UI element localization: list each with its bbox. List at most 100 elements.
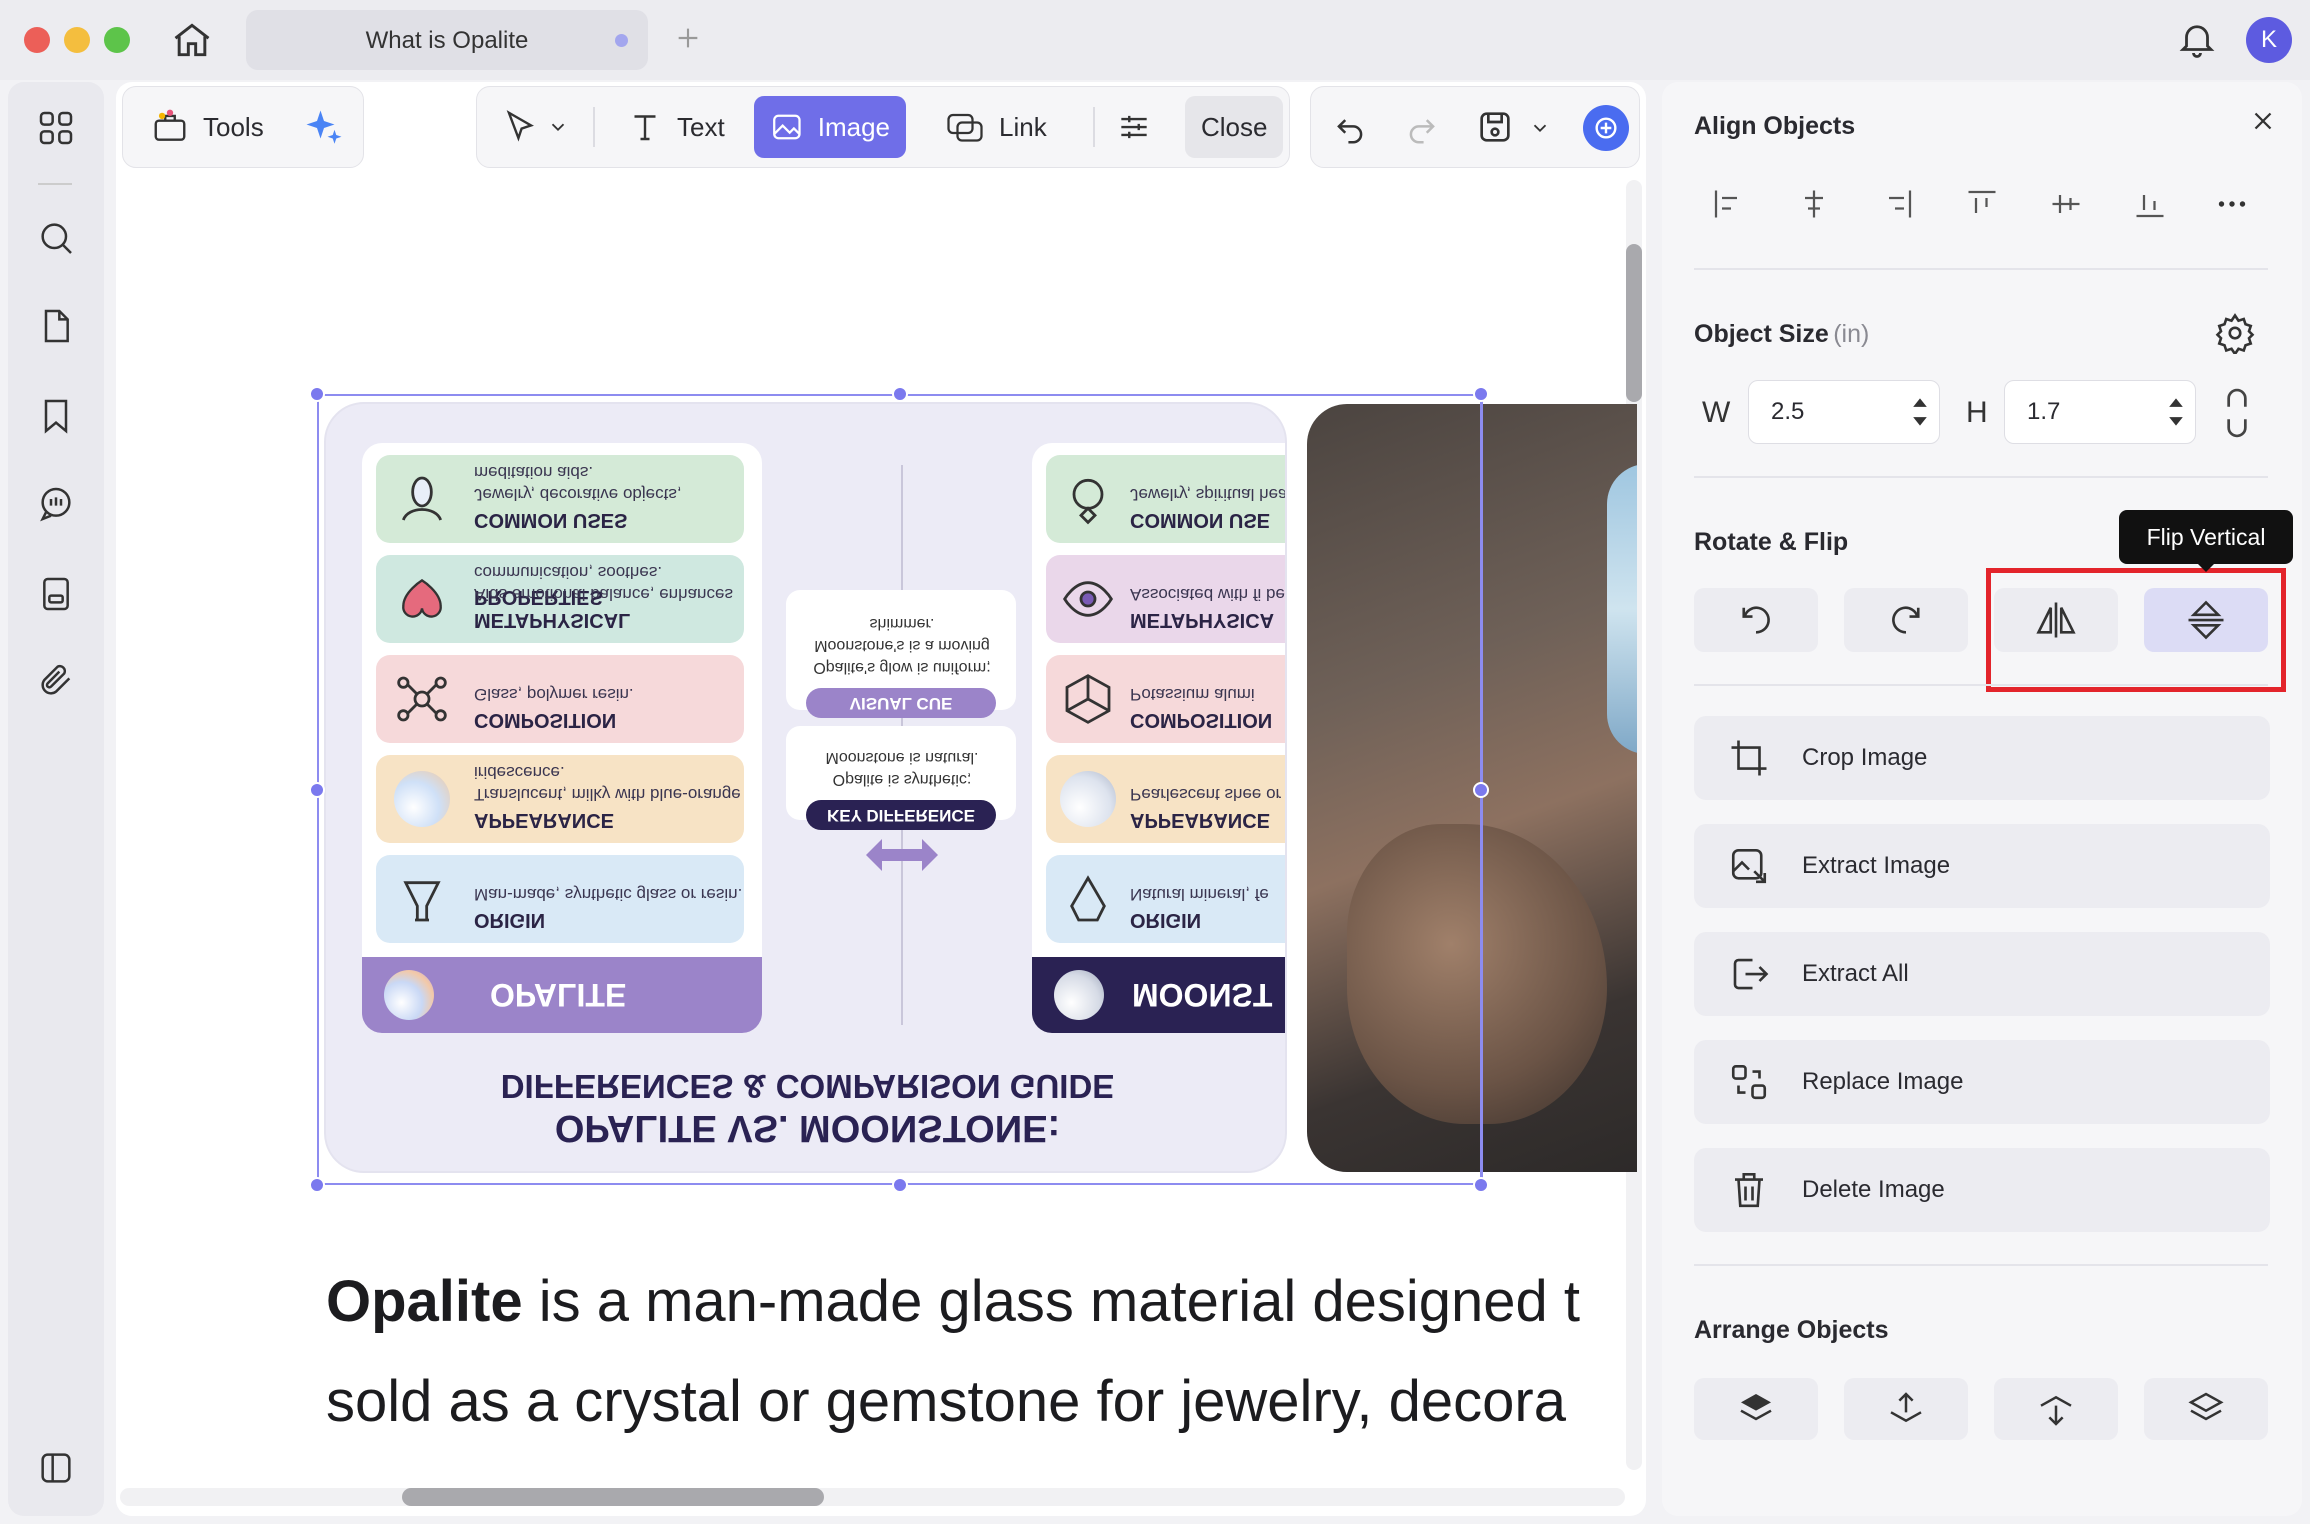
rotate-right-button[interactable]: [1844, 588, 1968, 652]
resize-handle-top[interactable]: [892, 386, 908, 402]
document-tab[interactable]: What is Opalite: [246, 10, 648, 70]
selection-frame: [317, 394, 1483, 1185]
resize-handle-bottom-right[interactable]: [1473, 1177, 1489, 1193]
chevron-down-icon[interactable]: [1529, 117, 1551, 139]
send-backward-button[interactable]: [1994, 1378, 2118, 1440]
tooltip-arrow: [2196, 562, 2216, 572]
page-icon[interactable]: [28, 298, 84, 354]
ai-assistant-icon[interactable]: [1583, 105, 1629, 151]
horizontal-scroll-thumb[interactable]: [402, 1488, 824, 1506]
minimize-window-button[interactable]: [64, 27, 90, 53]
text-tool-label: Text: [677, 111, 725, 142]
ai-sparkle-icon[interactable]: [303, 107, 345, 149]
link-tool-button[interactable]: Link: [929, 96, 1063, 158]
flip-vertical-tooltip: Flip Vertical: [2119, 510, 2293, 564]
align-middle-vertical-icon[interactable]: [2048, 186, 2084, 222]
home-icon[interactable]: [170, 18, 214, 62]
document-paragraph[interactable]: Opalite is a man-made glass material des…: [326, 1252, 1656, 1472]
resize-handle-top-right[interactable]: [1473, 386, 1489, 402]
undo-icon[interactable]: [1331, 109, 1369, 147]
align-top-icon[interactable]: [1964, 186, 2000, 222]
toolbox-icon: [154, 109, 186, 141]
rail-divider: [38, 183, 72, 185]
resize-handle-right[interactable]: [1473, 782, 1489, 798]
rotate-left-button[interactable]: [1694, 588, 1818, 652]
bookmark-icon[interactable]: [28, 388, 84, 444]
tools-group: Tools: [122, 86, 364, 168]
history-group: [1310, 86, 1640, 168]
bring-to-front-button[interactable]: [1694, 1378, 1818, 1440]
extract-all-icon: [1733, 958, 1769, 990]
height-input[interactable]: 1.7: [2004, 380, 2196, 444]
close-edit-button[interactable]: Close: [1185, 96, 1284, 158]
width-stepper-icon: [1913, 398, 1927, 426]
extract-all-button[interactable]: Extract All: [1694, 932, 2270, 1016]
align-center-horizontal-icon[interactable]: [1796, 186, 1832, 222]
search-icon[interactable]: [28, 210, 84, 266]
width-value: 2.5: [1771, 398, 1805, 425]
opalite-stone-shape: [1607, 464, 1637, 754]
paragraph-line2: sold as a crystal or gemstone for jewelr…: [326, 1369, 1567, 1434]
width-input[interactable]: 2.5: [1748, 380, 1940, 444]
size-settings-gear-icon[interactable]: [2214, 312, 2256, 354]
select-tool-button[interactable]: [485, 96, 585, 158]
replace-image-button[interactable]: Replace Image: [1694, 1040, 2270, 1124]
zoom-window-button[interactable]: [104, 27, 130, 53]
resize-handle-left[interactable]: [309, 782, 325, 798]
close-window-button[interactable]: [24, 27, 50, 53]
resize-handle-top-left[interactable]: [309, 386, 325, 402]
text-tool-button[interactable]: Text: [611, 96, 741, 158]
extract-image-button[interactable]: Extract Image: [1694, 824, 2270, 908]
paragraph-bold-term: Opalite: [326, 1269, 523, 1334]
rotate-flip-title: Rotate & Flip: [1694, 528, 1849, 556]
delete-image-button[interactable]: Delete Image: [1694, 1148, 2270, 1232]
align-right-icon[interactable]: [1880, 186, 1916, 222]
arrange-objects-title: Arrange Objects: [1694, 1316, 1889, 1344]
bring-forward-button[interactable]: [1844, 1378, 1968, 1440]
thumbnails-icon[interactable]: [28, 100, 84, 156]
bell-icon[interactable]: [2176, 18, 2218, 60]
new-tab-icon[interactable]: [672, 22, 704, 54]
crop-image-button[interactable]: Crop Image: [1694, 716, 2270, 800]
trash-icon: [1735, 1172, 1763, 1208]
edit-toolbar: Text Image Link Close: [476, 86, 1290, 168]
paragraph-line1: is a man-made glass material designed t: [522, 1269, 1581, 1334]
panel-divider: [1694, 684, 2268, 686]
avatar[interactable]: K: [2246, 17, 2292, 63]
rotate-ccw-icon: [1742, 606, 1770, 634]
bring-forward-icon: [1890, 1392, 1922, 1423]
image-tool-label: Image: [817, 111, 890, 142]
resize-handle-bottom-left[interactable]: [309, 1177, 325, 1193]
sidebar-toggle-icon[interactable]: [28, 1440, 84, 1496]
resize-handle-bottom[interactable]: [892, 1177, 908, 1193]
highlight-annotation: [1986, 568, 2286, 692]
aspect-lock-icon[interactable]: [2222, 388, 2252, 438]
toolbar-separator: [593, 107, 595, 147]
properties-button[interactable]: [1099, 96, 1169, 158]
redo-icon[interactable]: [1403, 109, 1441, 147]
horizontal-scrollbar[interactable]: [120, 1488, 1625, 1506]
toolbar-separator: [1093, 107, 1095, 147]
rotate-cw-icon: [1892, 606, 1920, 634]
image-icon: [773, 114, 801, 140]
form-icon[interactable]: [28, 566, 84, 622]
align-bottom-icon[interactable]: [2132, 186, 2168, 222]
width-label: W: [1702, 396, 1731, 429]
align-left-icon[interactable]: [1710, 186, 1746, 222]
save-icon[interactable]: [1475, 107, 1515, 147]
send-to-back-button[interactable]: [2144, 1378, 2268, 1440]
height-label: H: [1966, 396, 1988, 429]
bring-to-front-icon: [1740, 1394, 1772, 1421]
tools-label: Tools: [203, 111, 264, 142]
comment-icon[interactable]: [28, 476, 84, 532]
text-icon: [634, 115, 656, 141]
cursor-icon: [506, 110, 534, 142]
image-tool-button[interactable]: Image: [754, 96, 906, 158]
close-panel-icon[interactable]: [2248, 106, 2278, 136]
close-edit-label: Close: [1201, 111, 1268, 142]
height-stepper-icon: [2169, 398, 2183, 426]
more-options-icon[interactable]: [2214, 186, 2250, 222]
attachment-icon[interactable]: [28, 652, 84, 708]
send-backward-icon: [2040, 1395, 2072, 1426]
tools-button[interactable]: Tools: [135, 96, 280, 158]
